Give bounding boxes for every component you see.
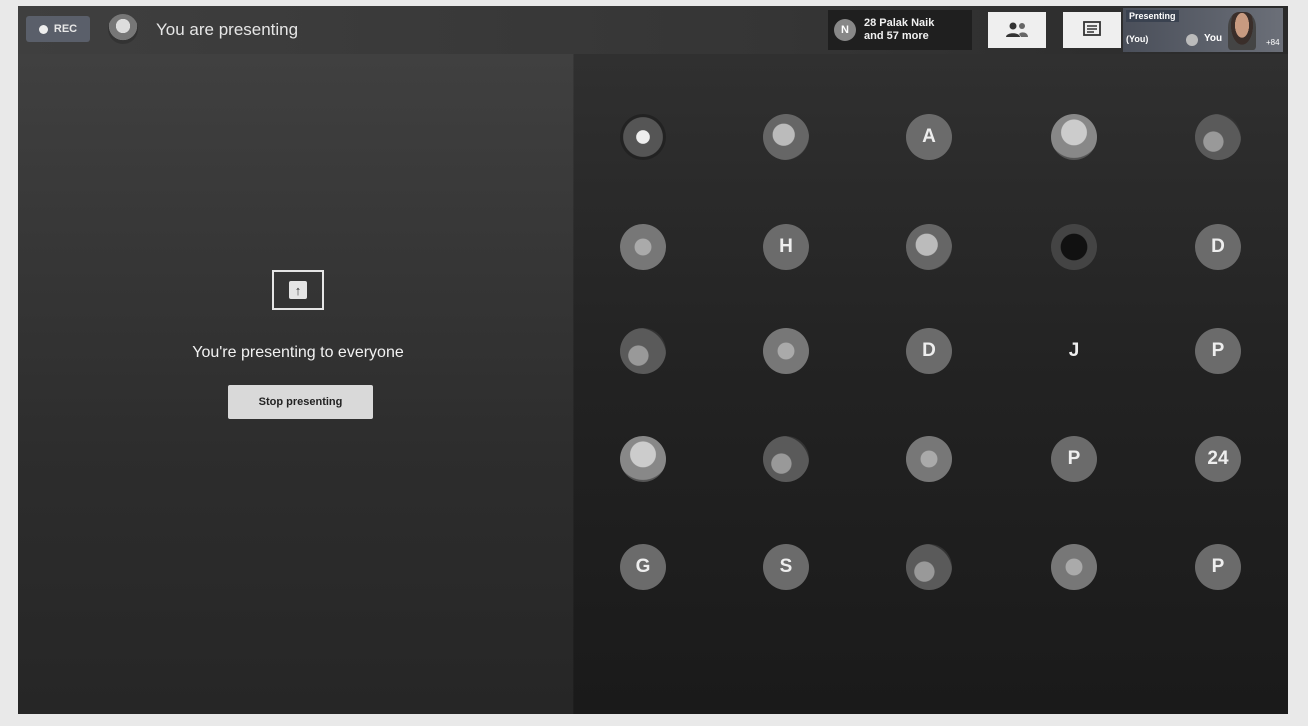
self-name: You bbox=[1204, 33, 1223, 44]
people-button[interactable] bbox=[988, 12, 1046, 48]
participant-initial: P bbox=[1211, 556, 1225, 577]
presenting-message: You're presenting to everyone bbox=[192, 344, 404, 361]
participant-tile[interactable]: A bbox=[906, 114, 952, 160]
participant-tile[interactable] bbox=[1195, 114, 1241, 160]
participant-tile[interactable] bbox=[763, 114, 809, 160]
participant-initial: D bbox=[1211, 236, 1225, 257]
participant-initial: A bbox=[922, 126, 936, 147]
participant-tile[interactable]: P bbox=[1195, 328, 1241, 374]
stop-presenting-button[interactable]: Stop presenting bbox=[228, 385, 373, 419]
participant-tile[interactable] bbox=[620, 114, 666, 160]
participant-avatar: N bbox=[834, 19, 856, 41]
recording-indicator: REC bbox=[26, 16, 90, 42]
self-video bbox=[1228, 12, 1256, 50]
record-dot-icon bbox=[38, 24, 48, 34]
participant-tile[interactable] bbox=[763, 328, 809, 374]
participant-tile[interactable]: P bbox=[1195, 544, 1241, 590]
participant-tile[interactable] bbox=[763, 436, 809, 482]
participant-tile[interactable]: H bbox=[763, 224, 809, 270]
participant-tile[interactable] bbox=[1051, 224, 1097, 270]
top-bar: REC You are presenting N 28 Palak Naik a… bbox=[18, 6, 1288, 54]
self-presenting-label: Presenting bbox=[1126, 10, 1179, 22]
present-screen-icon: ↑ bbox=[272, 270, 324, 310]
participant-tile[interactable]: J bbox=[1051, 328, 1097, 374]
participant-tile[interactable] bbox=[620, 224, 666, 270]
participant-tile[interactable] bbox=[906, 544, 952, 590]
chat-icon bbox=[1083, 21, 1101, 36]
participant-initial: J bbox=[1068, 340, 1080, 361]
participant-tile[interactable]: S bbox=[763, 544, 809, 590]
participant-initial: D bbox=[922, 340, 936, 361]
participant-initial: 24 bbox=[1207, 448, 1229, 469]
mic-off-icon bbox=[1186, 34, 1198, 46]
participant-initial: G bbox=[635, 556, 651, 577]
presenting-status: You are presenting bbox=[156, 20, 299, 39]
chat-button[interactable] bbox=[1063, 12, 1121, 48]
meeting-window: REC You are presenting N 28 Palak Naik a… bbox=[18, 6, 1288, 714]
rec-label: REC bbox=[53, 23, 78, 35]
participant-tile[interactable] bbox=[620, 328, 666, 374]
arrow-up-icon: ↑ bbox=[289, 281, 307, 299]
participants-line-1: 28 Palak Naik bbox=[864, 17, 935, 29]
participant-tile[interactable] bbox=[620, 436, 666, 482]
self-more-count: +84 bbox=[1266, 38, 1280, 47]
participant-tile[interactable]: D bbox=[1195, 224, 1241, 270]
presenter-avatar bbox=[108, 14, 138, 44]
participant-tile[interactable]: 24 bbox=[1195, 436, 1241, 482]
participant-tile[interactable]: P bbox=[1051, 436, 1097, 482]
participant-initial: P bbox=[1211, 340, 1225, 361]
participant-tile[interactable] bbox=[906, 436, 952, 482]
participants-chip[interactable]: N 28 Palak Naik and 57 more bbox=[828, 10, 972, 50]
participant-tile[interactable] bbox=[1051, 114, 1097, 160]
participant-tile[interactable]: G bbox=[620, 544, 666, 590]
participant-initial: P bbox=[1067, 448, 1081, 469]
participant-initial: S bbox=[779, 556, 793, 577]
participant-tile[interactable]: D bbox=[906, 328, 952, 374]
presentation-panel: ↑ You're presenting to everyone Stop pre… bbox=[18, 54, 573, 714]
participant-grid: A H D D J P P 24 G S P bbox=[574, 54, 1288, 714]
participant-initial: H bbox=[779, 236, 793, 257]
participants-line-2: and 57 more bbox=[864, 30, 929, 42]
participant-tile[interactable] bbox=[906, 224, 952, 270]
people-icon bbox=[1006, 22, 1028, 37]
self-you-label: (You) bbox=[1126, 34, 1149, 44]
participants-summary: 28 Palak Naik and 57 more bbox=[864, 17, 934, 43]
participant-tile[interactable] bbox=[1051, 544, 1097, 590]
